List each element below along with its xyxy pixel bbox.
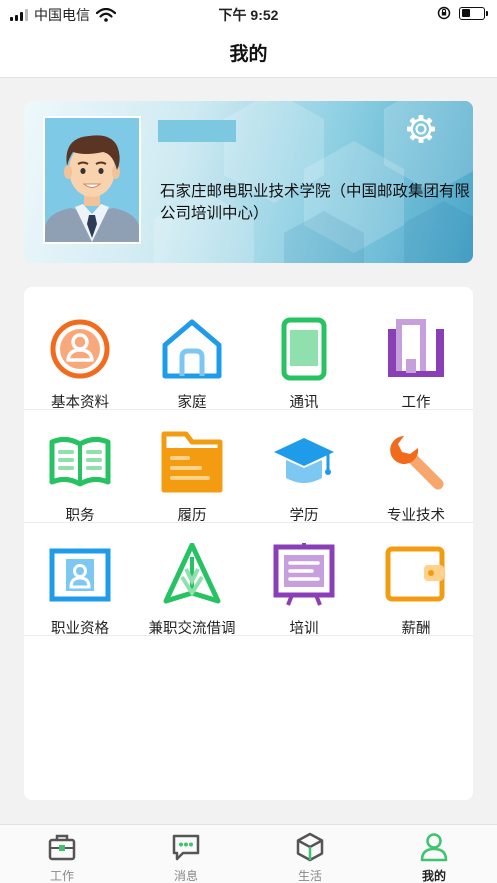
status-bar: 中国电信 下午 9:52 xyxy=(0,0,497,26)
status-time: 下午 9:52 xyxy=(218,7,279,23)
nav-bar: 我的 xyxy=(0,26,497,78)
menu-item-contact[interactable]: 通讯 xyxy=(248,297,360,411)
name-placeholder xyxy=(158,120,236,142)
avatar[interactable] xyxy=(43,116,141,244)
organization-text: 石家庄邮电职业技术学院（中国邮政集团有限公司培训中心） xyxy=(160,183,471,222)
menu-item-basic-info[interactable]: 基本资料 xyxy=(24,297,136,411)
profile-card[interactable]: 石家庄邮电职业技术学院（中国邮政集团有限公司培训中心） xyxy=(24,101,473,263)
person-icon xyxy=(420,833,448,862)
easel-icon xyxy=(273,543,335,606)
wallet-icon xyxy=(385,546,445,602)
menu-row: 职业资格 兼职交流借调 培训 薪酬 xyxy=(24,523,473,637)
tab-life[interactable]: 生活 xyxy=(248,825,372,883)
cube-icon xyxy=(296,832,324,862)
tab-mine[interactable]: 我的 xyxy=(372,825,496,883)
rotation-lock-icon xyxy=(437,6,451,20)
graduation-cap-icon xyxy=(274,438,334,483)
menu-item-position[interactable]: 职务 xyxy=(24,410,136,524)
status-right xyxy=(437,6,488,20)
menu-item-label: 学历 xyxy=(289,508,319,524)
menu-item-professional-tech[interactable]: 专业技术 xyxy=(360,410,472,524)
house-icon xyxy=(162,319,222,379)
menu-item-education[interactable]: 学历 xyxy=(248,410,360,524)
menu-item-label: 专业技术 xyxy=(387,508,445,524)
open-book-icon xyxy=(49,436,111,487)
menu-item-label: 兼职交流借调 xyxy=(148,621,236,637)
tab-label: 生活 xyxy=(297,869,322,883)
id-card-icon xyxy=(49,548,111,602)
building-icon xyxy=(388,319,444,377)
paper-plane-icon xyxy=(163,543,221,604)
chat-bubble-icon xyxy=(172,834,200,861)
phone-icon xyxy=(281,317,327,381)
menu-item-qualification[interactable]: 职业资格 xyxy=(24,523,136,637)
menu-item-label: 薪酬 xyxy=(401,621,431,637)
menu-grid: 基本资料 家庭 通讯 工作 职务 履历 学历 专业技术 职业资格 兼职交流借调 … xyxy=(24,287,473,800)
menu-item-label: 基本资料 xyxy=(51,395,109,411)
battery-icon xyxy=(459,6,488,20)
person-circle-icon xyxy=(50,319,110,379)
menu-item-label: 职务 xyxy=(65,508,95,524)
tab-label: 消息 xyxy=(173,869,198,883)
briefcase-icon xyxy=(48,834,76,861)
menu-row: 职务 履历 学历 专业技术 xyxy=(24,410,473,524)
menu-item-family[interactable]: 家庭 xyxy=(136,297,248,411)
tab-messages[interactable]: 消息 xyxy=(124,825,248,883)
battery-fill xyxy=(461,9,470,17)
menu-item-training[interactable]: 培训 xyxy=(248,523,360,637)
menu-item-resume[interactable]: 履历 xyxy=(136,410,248,524)
menu-item-label: 工作 xyxy=(401,395,431,411)
menu-item-label: 培训 xyxy=(289,621,319,637)
tab-work[interactable]: 工作 xyxy=(0,825,124,883)
tab-label: 工作 xyxy=(49,869,74,883)
menu-item-work[interactable]: 工作 xyxy=(360,297,472,411)
settings-gear-icon[interactable] xyxy=(405,113,437,145)
menu-item-label: 家庭 xyxy=(177,395,207,411)
menu-item-label: 通讯 xyxy=(289,395,319,411)
menu-item-label: 职业资格 xyxy=(51,621,109,637)
tab-bar: 工作 消息 生活 我的 xyxy=(0,824,497,883)
menu-item-secondment[interactable]: 兼职交流借调 xyxy=(136,523,248,637)
wrench-icon xyxy=(390,436,444,490)
menu-row: 基本资料 家庭 通讯 工作 xyxy=(24,297,473,411)
menu-item-salary[interactable]: 薪酬 xyxy=(360,523,472,637)
folder-icon xyxy=(161,431,223,493)
tab-label: 我的 xyxy=(421,869,446,883)
menu-item-label: 履历 xyxy=(177,508,207,524)
page-title: 我的 xyxy=(229,44,268,65)
